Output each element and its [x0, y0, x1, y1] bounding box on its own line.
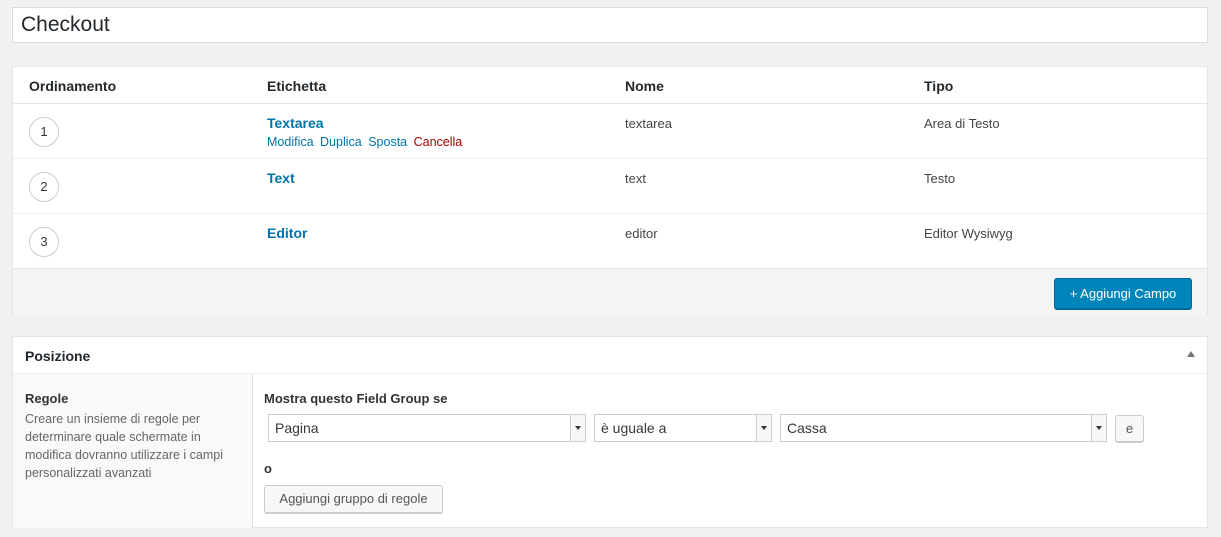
header-order: Ordinamento — [29, 78, 117, 94]
rules-editor: Mostra questo Field Group se Pagina è ug… — [253, 374, 1208, 528]
move-link[interactable]: Sposta — [368, 135, 407, 149]
location-title: Posizione — [25, 348, 91, 364]
duplicate-link[interactable]: Duplica — [320, 135, 362, 149]
rules-title: Regole — [25, 391, 69, 406]
header-name: Nome — [625, 78, 664, 94]
triangle-up-icon[interactable] — [1187, 351, 1195, 357]
header-label: Etichetta — [267, 78, 327, 94]
field-label-link[interactable]: Textarea — [267, 115, 324, 131]
chevron-down-icon — [1091, 415, 1106, 441]
field-type: Editor Wysiwyg — [924, 226, 1013, 241]
header-type: Tipo — [924, 78, 954, 94]
delete-link[interactable]: Cancella — [414, 135, 463, 149]
add-field-button[interactable]: + Aggiungi Campo — [1054, 278, 1192, 309]
location-header[interactable]: Posizione — [13, 337, 1207, 374]
table-footer: + Aggiungi Campo — [13, 269, 1207, 316]
field-name: editor — [625, 226, 658, 241]
table-header: Ordinamento Etichetta Nome Tipo — [13, 67, 1207, 104]
order-handle[interactable]: 3 — [29, 227, 59, 257]
table-row: 2 Text text Testo — [13, 159, 1207, 214]
add-rule-group-button[interactable]: Aggiungi gruppo di regole — [264, 485, 443, 513]
field-label-link[interactable]: Editor — [267, 225, 307, 241]
edit-link[interactable]: Modifica — [267, 135, 314, 149]
page-title[interactable]: Checkout — [12, 7, 1208, 43]
rule-value-select[interactable]: Cassa — [780, 414, 1107, 442]
table-row: 3 Editor editor Editor Wysiwyg — [13, 214, 1207, 269]
rule-value-value: Cassa — [787, 420, 827, 436]
fields-table: Ordinamento Etichetta Nome Tipo 1 Textar… — [12, 66, 1208, 316]
field-name: textarea — [625, 116, 672, 131]
chevron-down-icon — [756, 415, 771, 441]
field-name: text — [625, 171, 646, 186]
table-row: 1 Textarea Modifica Duplica Sposta Cance… — [13, 104, 1207, 159]
field-type: Area di Testo — [924, 116, 1000, 131]
order-handle[interactable]: 1 — [29, 117, 59, 147]
order-handle[interactable]: 2 — [29, 172, 59, 202]
chevron-down-icon — [570, 415, 585, 441]
field-label-link[interactable]: Text — [267, 170, 295, 186]
location-box: Posizione Regole Creare un insieme di re… — [12, 336, 1208, 528]
field-type: Testo — [924, 171, 956, 186]
rule-operator-value: è uguale a — [601, 420, 667, 436]
rule-operator-select[interactable]: è uguale a — [594, 414, 772, 442]
show-if-label: Mostra questo Field Group se — [264, 391, 448, 406]
rules-description: Creare un insieme di regole per determin… — [25, 412, 224, 480]
rule-param-select[interactable]: Pagina — [268, 414, 586, 442]
rule-param-value: Pagina — [275, 420, 319, 436]
and-button[interactable]: e — [1115, 415, 1144, 442]
or-label: o — [264, 461, 272, 476]
row-actions: Modifica Duplica Sposta Cancella — [267, 135, 465, 149]
rules-sidebar: Regole Creare un insieme di regole per d… — [13, 374, 253, 528]
